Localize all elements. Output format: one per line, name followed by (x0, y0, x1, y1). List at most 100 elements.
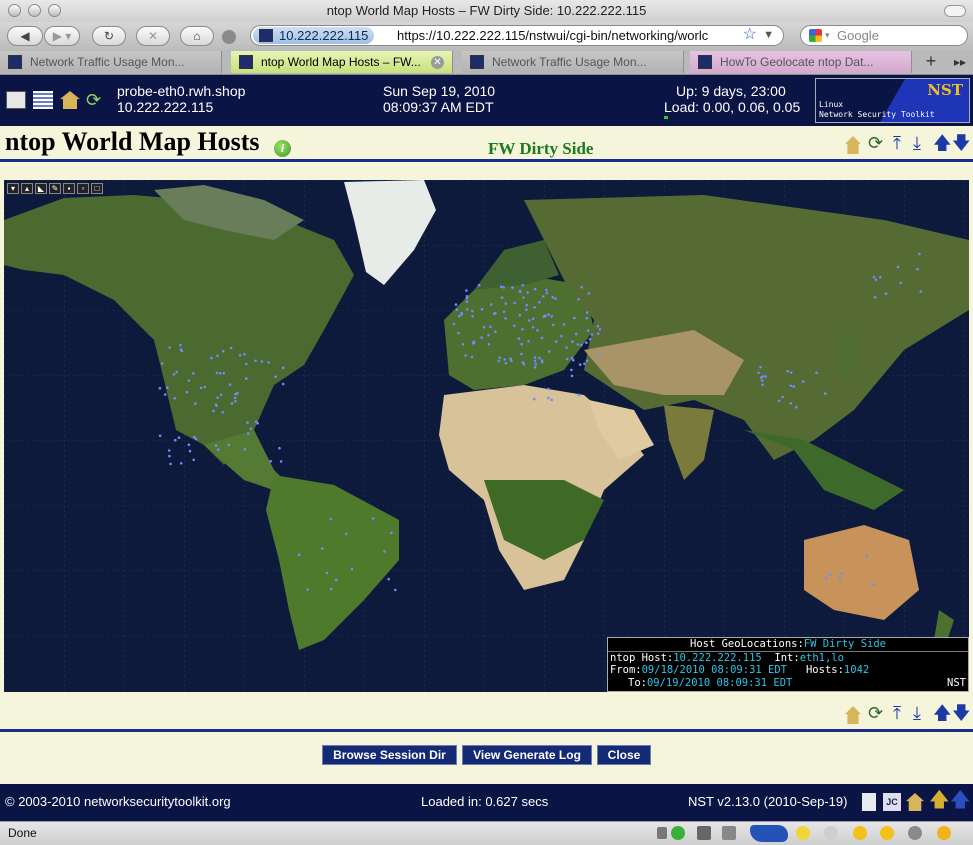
host-marker (789, 371, 793, 374)
close-button[interactable]: Close (597, 745, 651, 765)
home-button[interactable]: ⌂ (180, 26, 214, 46)
scroll-down-icon[interactable]: 🡇 (952, 704, 971, 722)
site-identity-badge[interactable]: 10.222.222.115 (253, 27, 375, 44)
map-edit-control[interactable]: ✎ (49, 183, 61, 194)
home-icon[interactable] (60, 91, 80, 109)
bookmark-star-icon[interactable]: ☆ (743, 26, 757, 44)
jc-icon[interactable]: JC (883, 793, 901, 811)
scroll-bottom-icon[interactable]: ⤓ (913, 704, 929, 722)
toolbar-toggle-button[interactable] (944, 5, 966, 17)
tab-overflow-button[interactable]: ▸▸ (947, 51, 973, 73)
home-icon[interactable] (845, 706, 861, 724)
scroll-up-icon[interactable]: 🡅 (933, 134, 952, 152)
host-marker (168, 454, 171, 458)
host-marker (390, 531, 393, 535)
host-marker (540, 336, 544, 340)
check-icon[interactable] (671, 826, 685, 840)
host-marker (585, 341, 588, 344)
scroll-top-icon[interactable]: ⤒ (893, 134, 909, 152)
tab-favicon-icon (698, 55, 712, 69)
weather-sunset-icon[interactable] (937, 826, 951, 840)
forward-button[interactable]: ▶ ▾ (44, 26, 80, 46)
url-dropdown-icon[interactable]: ▼ (763, 27, 774, 44)
host-marker (874, 278, 877, 282)
globe-icon[interactable] (908, 826, 922, 840)
info-help-icon[interactable]: i (274, 140, 291, 157)
refresh-icon[interactable]: ⟳ (868, 704, 884, 722)
new-tab-button[interactable]: + (918, 51, 944, 73)
weather-sunny-icon[interactable] (880, 826, 894, 840)
minimize-window-button[interactable] (28, 4, 41, 17)
host-marker (179, 462, 183, 465)
reload-button[interactable]: ↻ (92, 26, 126, 46)
host-marker (233, 396, 237, 400)
world-map[interactable]: ▾ ▴ ◣ ✎ ▪ ▫ □ Host GeoLocations:FW Dirty… (4, 180, 969, 692)
map-pan-control[interactable]: ◣ (35, 183, 47, 194)
host-marker (547, 396, 550, 400)
host-marker (504, 302, 508, 305)
scroll-bottom-icon[interactable]: ⤓ (913, 134, 929, 152)
tab-network-traffic-1[interactable]: Network Traffic Usage Mon... (0, 51, 222, 73)
host-marker (781, 395, 784, 399)
nst-logo[interactable]: NST Linux Network Security Toolkit (815, 78, 970, 123)
scroll-down-icon[interactable]: 🡇 (952, 134, 971, 152)
tab-close-icon[interactable]: ✕ (431, 56, 444, 69)
host-marker (565, 346, 568, 349)
scroll-top-icon[interactable]: 🡅 (950, 790, 971, 810)
host-marker (455, 308, 459, 312)
document-icon[interactable] (862, 793, 876, 811)
view-generate-log-button[interactable]: View Generate Log (462, 745, 592, 765)
host-marker (267, 361, 270, 364)
host-marker (554, 340, 558, 343)
search-engine-dropdown-icon[interactable]: ▾ (825, 26, 830, 45)
weather-cloudy-icon[interactable] (824, 826, 838, 840)
copyright-link[interactable]: © 2003-2010 networksecuritytoolkit.org (5, 794, 231, 809)
gear-icon[interactable] (222, 30, 236, 44)
menu-icon[interactable] (6, 91, 26, 109)
host-marker (596, 353, 600, 357)
host-marker (572, 359, 575, 362)
frame-list-icon[interactable] (33, 91, 53, 109)
weather-partly-cloudy-icon[interactable] (796, 826, 810, 840)
screen-icon[interactable] (722, 826, 736, 840)
weather-sunny-icon[interactable] (853, 826, 867, 840)
host-marker (542, 295, 545, 298)
host-marker (472, 340, 476, 343)
host-marker (573, 316, 576, 320)
browse-session-dir-button[interactable]: Browse Session Dir (322, 745, 457, 765)
scroll-up-icon[interactable]: 🡅 (929, 790, 950, 810)
host-marker (227, 443, 231, 447)
host-marker (238, 354, 242, 357)
map-zoom-out-control[interactable]: ▾ (7, 183, 19, 194)
host-marker (588, 337, 592, 341)
bug-icon[interactable] (697, 826, 711, 840)
host-marker (480, 336, 483, 339)
lock-icon[interactable] (657, 827, 667, 839)
zoom-window-button[interactable] (48, 4, 61, 17)
refresh-icon[interactable]: ⟳ (86, 91, 106, 109)
tab-network-traffic-2[interactable]: Network Traffic Usage Mon... (462, 51, 684, 73)
map-zoom-in-control[interactable]: ▴ (21, 183, 33, 194)
scroll-top-icon[interactable]: ⤒ (893, 704, 909, 722)
address-bar[interactable]: 10.222.222.115 https://10.222.222.115/ns… (250, 25, 784, 46)
host-marker (596, 332, 600, 335)
us-flag-map-icon[interactable] (750, 825, 788, 842)
host-marker (494, 330, 497, 334)
host-marker (513, 301, 516, 305)
home-icon[interactable] (906, 793, 924, 811)
map-grid-control[interactable]: □ (91, 183, 103, 194)
host-marker (598, 328, 602, 331)
host-marker (387, 577, 391, 581)
tab-howto-geolocate[interactable]: HowTo Geolocate ntop Dat... (690, 51, 912, 73)
host-marker (544, 314, 547, 317)
home-icon[interactable] (845, 136, 861, 154)
map-point-control[interactable]: ▪ (63, 183, 75, 194)
tab-world-map-hosts[interactable]: ntop World Map Hosts – FW... ✕ (231, 51, 453, 73)
scroll-up-icon[interactable]: 🡅 (933, 704, 952, 722)
map-box-control[interactable]: ▫ (77, 183, 89, 194)
close-window-button[interactable] (8, 4, 21, 17)
refresh-icon[interactable]: ⟳ (868, 134, 884, 152)
back-button[interactable]: ◀ (7, 26, 43, 46)
stop-button[interactable]: ✕ (136, 26, 170, 46)
search-input[interactable]: ▾ Google (800, 25, 968, 46)
